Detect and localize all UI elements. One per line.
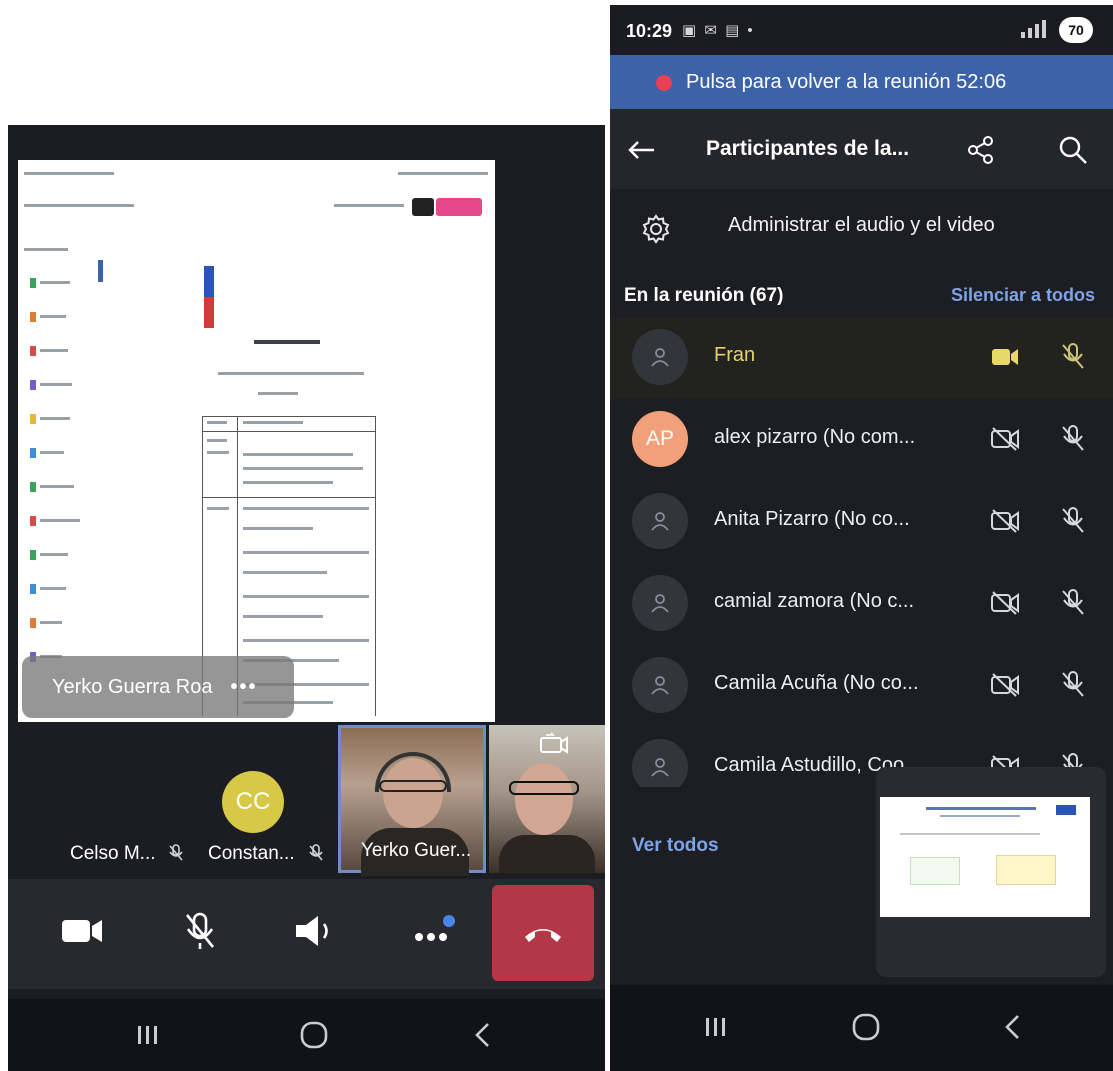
return-to-meeting-banner[interactable]: Pulsa para volver a la reunión 52:06 (610, 55, 1113, 109)
mic-off-icon[interactable] (1058, 505, 1088, 535)
thumbnail-name: Celso M... (70, 843, 156, 864)
in-meeting-section-header: En la reunión (67) Silenciar a todos (610, 273, 1113, 317)
participant-name: Anita Pizarro (No co... (714, 508, 910, 530)
back-icon[interactable] (462, 1017, 502, 1053)
participant-video-thumbnail[interactable]: Yerko Guer... (338, 725, 486, 876)
search-icon[interactable] (1056, 133, 1090, 167)
avatar: AP (632, 411, 688, 467)
presenter-name-tag[interactable]: Yerko Guerra Roa ••• (22, 656, 294, 718)
camera-off-icon[interactable] (990, 508, 1020, 534)
speaker-button[interactable] (284, 901, 344, 961)
list-item[interactable]: Anita Pizarro (No co... (610, 481, 1113, 563)
manage-audio-video-button[interactable]: Administrar el audio y el video (610, 189, 1113, 269)
avatar: CC (222, 771, 284, 833)
notification-icons: ▣ ✉ ▤ • (682, 22, 755, 39)
hangup-button[interactable] (492, 885, 594, 981)
back-arrow-icon[interactable] (624, 133, 658, 167)
camera-off-icon[interactable] (990, 590, 1020, 616)
mic-off-icon (168, 844, 184, 867)
more-options-button[interactable] (404, 901, 464, 961)
person-icon (651, 594, 669, 613)
mic-off-icon[interactable] (1058, 669, 1088, 699)
view-all-link[interactable]: Ver todos (632, 835, 719, 857)
participants-header: Participantes de la... (610, 109, 1113, 189)
participant-thumbnail[interactable]: CC Constan... (204, 725, 336, 873)
participant-thumbnail[interactable]: Celso M... (18, 725, 188, 873)
recording-dot-icon (656, 75, 672, 91)
person-icon (651, 512, 669, 531)
signal-icon (1019, 20, 1049, 41)
participant-name: Fran (714, 344, 756, 366)
presenter-more-icon[interactable]: ••• (230, 676, 257, 699)
camera-off-icon[interactable] (990, 672, 1020, 698)
person-icon (651, 676, 669, 695)
participant-thumbnail-strip: Celso M... CC Constan... Yerko Guer... (8, 725, 605, 876)
participants-screen: 10:29 ▣ ✉ ▤ • 70 Pulsa para volver a la … (610, 5, 1113, 1071)
switch-camera-icon[interactable] (539, 731, 569, 757)
participant-name: Camila Acuña (No co... (714, 672, 919, 694)
android-nav-bar (8, 999, 605, 1071)
avatar (632, 329, 688, 385)
recent-apps-icon[interactable] (128, 1017, 168, 1053)
list-item[interactable]: Camila Acuña (No co... (610, 645, 1113, 727)
mute-button[interactable] (170, 901, 230, 961)
pip-shared-slide (880, 797, 1090, 917)
picture-in-picture-window[interactable] (876, 767, 1106, 977)
mute-all-button[interactable]: Silenciar a todos (951, 285, 1095, 306)
person-icon (651, 348, 669, 367)
share-icon[interactable] (964, 133, 998, 167)
doc-logo (204, 266, 214, 328)
self-video-thumbnail[interactable] (489, 725, 605, 873)
camera-icon (62, 920, 102, 942)
manage-audio-video-label: Administrar el audio y el video (728, 214, 995, 236)
meeting-call-screen: Yerko Guerra Roa ••• Celso M... CC Const… (8, 125, 605, 1071)
list-item[interactable]: AP alex pizarro (No com... (610, 399, 1113, 481)
speaker-icon (296, 916, 328, 946)
gear-icon (642, 214, 670, 244)
person-icon (651, 758, 669, 777)
mic-off-icon[interactable] (1058, 341, 1088, 371)
battery-icon: 70 (1059, 17, 1093, 43)
avatar (632, 739, 688, 787)
status-time: 10:29 (626, 21, 673, 41)
avatar (632, 575, 688, 631)
doc-share-button (436, 198, 482, 216)
list-item[interactable]: Fran (610, 317, 1113, 399)
camera-on-icon[interactable] (990, 344, 1020, 370)
more-icon (415, 915, 455, 941)
avatar (632, 657, 688, 713)
mic-off-icon[interactable] (1058, 423, 1088, 453)
in-meeting-count: En la reunión (67) (624, 285, 784, 306)
participant-name: alex pizarro (No com... (714, 426, 916, 448)
page-title: Participantes de la... (706, 137, 910, 160)
camera-button[interactable] (52, 901, 112, 961)
back-icon[interactable] (992, 1009, 1032, 1045)
doc-toolbar-button (412, 198, 434, 216)
call-controls-bar (8, 879, 605, 989)
return-banner-text: Pulsa para volver a la reunión 52:06 (686, 70, 1007, 93)
mic-off-icon[interactable] (1058, 587, 1088, 617)
camera-off-icon[interactable] (990, 426, 1020, 452)
home-icon[interactable] (846, 1009, 886, 1045)
list-item[interactable]: camial zamora (No c... (610, 563, 1113, 645)
thumbnail-name: Constan... (208, 843, 295, 864)
mic-off-icon (185, 912, 215, 949)
thumbnail-name: Yerko Guer... (361, 840, 472, 861)
hangup-icon (525, 929, 561, 942)
home-icon[interactable] (294, 1017, 334, 1053)
recent-apps-icon[interactable] (696, 1009, 736, 1045)
status-bar: 10:29 ▣ ✉ ▤ • 70 (610, 5, 1113, 55)
avatar (632, 493, 688, 549)
participant-name: camial zamora (No c... (714, 590, 915, 612)
mic-off-icon (308, 844, 324, 867)
android-nav-bar (610, 985, 1113, 1071)
presenter-name: Yerko Guerra Roa (52, 675, 213, 698)
shared-screen-document[interactable] (18, 160, 495, 722)
